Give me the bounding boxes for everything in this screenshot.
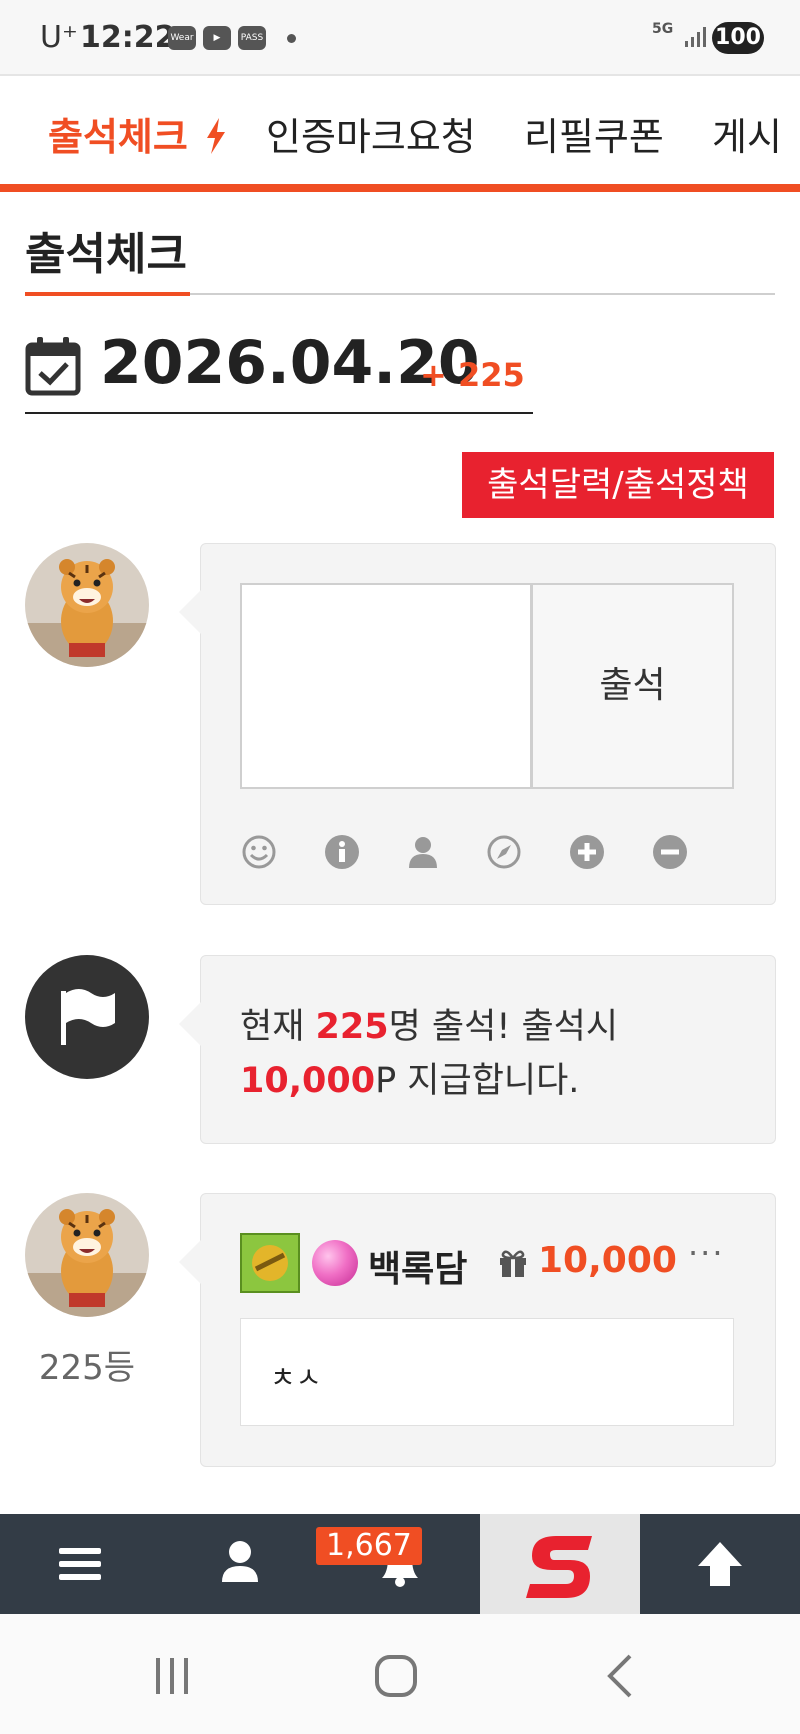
tab-board[interactable]: 게시	[712, 106, 782, 161]
plus-circle-icon[interactable]	[569, 834, 605, 870]
divider	[25, 412, 533, 414]
youtube-icon: ▶	[203, 26, 231, 50]
carrier-label: U⁺	[40, 20, 78, 55]
smiley-icon[interactable]	[241, 834, 277, 870]
tab-cert-mark-request[interactable]: 인증마크요청	[266, 106, 476, 161]
minus-circle-icon[interactable]	[652, 834, 688, 870]
info-icon[interactable]	[324, 834, 360, 870]
recent-apps-icon[interactable]	[150, 1654, 194, 1698]
notice-text: 현재	[240, 1007, 316, 1047]
orb-icon	[312, 1240, 358, 1286]
level-icon	[240, 1233, 300, 1293]
battery-level: 100	[712, 22, 764, 54]
notification-count-badge: 1,667	[316, 1527, 422, 1565]
points-awarded: 10,000	[538, 1240, 677, 1281]
notice-text: 명 출석! 출석시	[388, 1007, 619, 1047]
flag-avatar	[25, 955, 149, 1079]
attendance-count-plus: + 225	[420, 356, 525, 394]
menu-icon[interactable]	[0, 1514, 160, 1614]
status-bar: U⁺ 12:22 Wear ▶ PASS 5G 100	[0, 0, 800, 74]
notification-dot-icon	[287, 34, 296, 43]
speech-tail	[179, 1002, 201, 1046]
nav-tabs: 출석체크 인증마크요청 리필쿠폰 게시	[0, 76, 800, 192]
tiger-avatar-image	[25, 543, 149, 667]
attendance-calendar-button[interactable]: 출석달력/출석정책	[462, 452, 774, 518]
tab-attendance[interactable]: 출석체크	[48, 106, 227, 161]
back-icon[interactable]	[600, 1652, 640, 1700]
wear-icon: Wear	[168, 26, 196, 50]
tab-refill-coupon[interactable]: 리필쿠폰	[524, 106, 664, 161]
signal-icon	[685, 27, 706, 47]
site-logo-button[interactable]	[480, 1514, 640, 1614]
notice-text: P 지급합니다.	[375, 1061, 580, 1101]
s-logo-icon	[526, 1536, 592, 1598]
speech-tail	[179, 1240, 201, 1284]
attendance-comment-input[interactable]	[240, 583, 532, 789]
avatar[interactable]	[25, 1193, 149, 1317]
more-options-button[interactable]: ···	[688, 1234, 725, 1272]
title-underline	[25, 292, 190, 296]
system-navigation-bar	[0, 1614, 800, 1734]
attendee-count: 225	[315, 1007, 389, 1047]
clock: 12:22	[80, 20, 176, 55]
tiger-avatar-image	[25, 1193, 149, 1317]
page-title: 출석체크	[25, 229, 187, 280]
gift-icon	[500, 1250, 526, 1277]
attendance-rank: 225등	[38, 1348, 136, 1388]
calendar-check-icon	[25, 337, 81, 396]
pass-icon: PASS	[238, 26, 266, 50]
reward-points: 10,000	[240, 1061, 376, 1101]
attend-submit-button[interactable]: 출석	[532, 583, 734, 789]
comment-text: ㅊㅅ	[270, 1361, 322, 1394]
tab-label: 출석체크	[48, 115, 188, 159]
level-badge-icon	[252, 1245, 288, 1281]
user-icon[interactable]	[405, 834, 441, 870]
scroll-top-arrow-icon[interactable]	[640, 1514, 800, 1614]
network-type: 5G	[652, 21, 674, 37]
home-icon[interactable]	[372, 1652, 420, 1700]
lightning-icon	[207, 118, 226, 154]
username[interactable]: 백록담	[368, 1240, 467, 1292]
speech-tail	[179, 590, 201, 634]
flag-icon	[61, 989, 115, 1045]
attendance-notice: 현재 225명 출석! 출석시 10,000P 지급합니다.	[240, 1000, 618, 1108]
compass-icon[interactable]	[486, 834, 522, 870]
avatar	[25, 543, 149, 667]
user-icon[interactable]	[160, 1514, 320, 1614]
